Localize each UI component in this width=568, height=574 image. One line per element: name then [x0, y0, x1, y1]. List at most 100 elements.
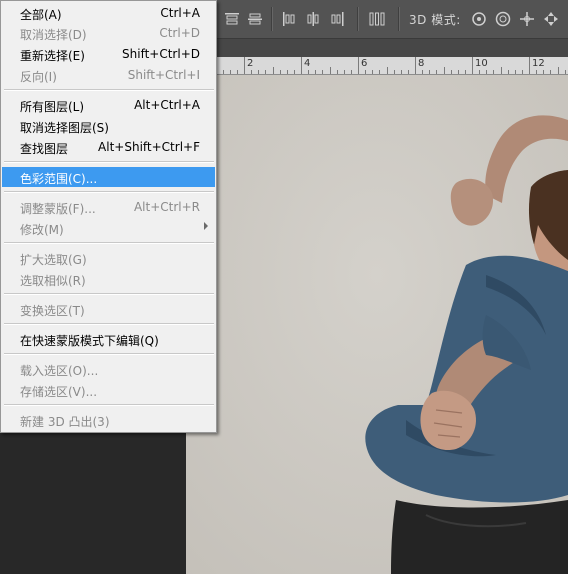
ruler-minor-tick: [265, 70, 267, 74]
ruler-minor-tick: [550, 70, 552, 74]
ruler-minor-tick: [286, 70, 288, 74]
ruler-minor-tick: [251, 70, 253, 74]
drag-3d-icon[interactable]: [518, 10, 536, 28]
menu-item-label: 色彩范围(C)...: [20, 172, 98, 186]
menu-separator: [4, 191, 214, 193]
ruler-minor-tick: [365, 70, 367, 74]
menu-item-label: 新建 3D 凸出(3): [20, 415, 110, 429]
menu-item-grow[interactable]: 扩大选取(G): [2, 248, 215, 268]
ruler-minor-tick: [486, 70, 488, 74]
ruler-minor-tick: [436, 70, 438, 74]
menu-item-select-all[interactable]: 全部(A) Ctrl+A: [2, 3, 215, 23]
menu-separator: [4, 353, 214, 355]
menu-separator: [4, 323, 214, 325]
ruler-minor-tick: [457, 70, 459, 74]
ruler-minor-tick: [450, 70, 452, 74]
ruler-major-tick: [358, 57, 359, 74]
ruler-minor-tick: [543, 70, 545, 74]
menu-item-label: 全部(A): [20, 8, 62, 22]
menu-item-shortcut: Shift+Ctrl+I: [127, 68, 200, 82]
align-horizontal-centers-icon[interactable]: [304, 10, 322, 28]
ruler-minor-tick: [329, 67, 331, 74]
menu-separator: [4, 293, 214, 295]
menu-item-label: 变换选区(T): [20, 304, 85, 318]
ruler-minor-tick: [443, 67, 445, 74]
3d-mode-label: 3D 模式:: [409, 13, 461, 27]
menu-item-deselect[interactable]: 取消选择(D) Ctrl+D: [2, 23, 215, 43]
ruler-minor-tick: [293, 70, 295, 74]
menu-item-find-layers[interactable]: 查找图层 Alt+Shift+Ctrl+F: [2, 137, 215, 157]
ruler-minor-tick: [429, 70, 431, 74]
menu-item-transform-selection[interactable]: 变换选区(T): [2, 299, 215, 319]
menu-item-label: 取消选择图层(S): [20, 121, 109, 135]
ruler-minor-tick: [514, 70, 516, 74]
menu-separator: [4, 161, 214, 163]
menu-item-label: 载入选区(O)...: [20, 364, 99, 378]
menu-item-shortcut: Alt+Ctrl+R: [133, 200, 200, 214]
distribute-icon[interactable]: [368, 10, 386, 28]
menu-item-new-3d-extrusion[interactable]: 新建 3D 凸出(3): [2, 410, 215, 430]
align-right-edges-icon[interactable]: [328, 10, 346, 28]
menu-item-color-range[interactable]: 色彩范围(C)...: [2, 167, 215, 187]
menu-separator: [4, 89, 214, 91]
ruler-minor-tick: [521, 70, 523, 74]
ruler-minor-tick: [422, 70, 424, 74]
menu-item-reselect[interactable]: 重新选择(E) Shift+Ctrl+D: [2, 44, 215, 64]
menu-item-shortcut: Shift+Ctrl+D: [122, 47, 200, 61]
menu-item-label: 存储选区(V)...: [20, 385, 98, 399]
menu-item-shortcut: Ctrl+D: [159, 26, 200, 40]
ruler-minor-tick: [479, 70, 481, 74]
ruler-major-tick: [301, 57, 302, 74]
ruler-label: 8: [418, 58, 425, 69]
ruler-major-tick: [244, 57, 245, 74]
ruler-minor-tick: [272, 67, 274, 74]
ruler-minor-tick: [564, 70, 566, 74]
menu-item-save-selection[interactable]: 存储选区(V)...: [2, 380, 215, 400]
align-vertical-centers-icon[interactable]: [246, 10, 264, 28]
menu-separator: [4, 242, 214, 244]
document-canvas[interactable]: [186, 75, 568, 574]
ruler-minor-tick: [322, 70, 324, 74]
ruler-minor-tick: [258, 70, 260, 74]
ruler-label: 12: [532, 58, 545, 69]
menu-item-shortcut: Alt+Shift+Ctrl+F: [98, 140, 200, 154]
rotate-3d-icon[interactable]: [470, 10, 488, 28]
ruler-minor-tick: [336, 70, 338, 74]
menu-item-similar[interactable]: 选取相似(R): [2, 269, 215, 289]
document-tab-strip: [186, 39, 568, 57]
menu-item-deselect-layers[interactable]: 取消选择图层(S): [2, 116, 215, 136]
menu-item-modify[interactable]: 修改(M): [2, 218, 215, 238]
ruler-minor-tick: [386, 67, 388, 74]
ruler-minor-tick: [536, 70, 538, 74]
menu-item-refine-mask[interactable]: 调整蒙版(F)... Alt+Ctrl+R: [2, 197, 215, 217]
menu-item-load-selection[interactable]: 载入选区(O)...: [2, 359, 215, 379]
menu-item-inverse[interactable]: 反向(I) Shift+Ctrl+I: [2, 65, 215, 85]
ruler-label: 6: [361, 58, 368, 69]
ruler-minor-tick: [464, 70, 466, 74]
ruler-minor-tick: [315, 70, 317, 74]
menu-item-label: 所有图层(L): [20, 100, 85, 114]
ruler-major-tick: [529, 57, 530, 74]
ruler-major-tick: [472, 57, 473, 74]
menu-item-label: 查找图层: [20, 142, 69, 156]
menu-item-shortcut: Ctrl+A: [160, 6, 200, 20]
ruler-minor-tick: [308, 70, 310, 74]
menu-item-quick-mask[interactable]: 在快速蒙版模式下编辑(Q): [2, 329, 215, 349]
ruler-minor-tick: [222, 70, 224, 74]
align-top-edges-icon[interactable]: [223, 10, 241, 28]
ruler-minor-tick: [343, 70, 345, 74]
ruler-minor-tick: [393, 70, 395, 74]
ruler-minor-tick: [493, 70, 495, 74]
menu-item-label: 在快速蒙版模式下编辑(Q): [20, 334, 159, 348]
slide-3d-icon[interactable]: [542, 10, 560, 28]
menu-item-shortcut: Alt+Ctrl+A: [134, 98, 200, 112]
ruler-minor-tick: [379, 70, 381, 74]
ruler-minor-tick: [557, 67, 559, 74]
ruler-minor-tick: [507, 70, 509, 74]
select-menu: 全部(A) Ctrl+A 取消选择(D) Ctrl+D 重新选择(E) Shif…: [0, 0, 217, 433]
ruler-minor-tick: [400, 70, 402, 74]
roll-3d-icon[interactable]: [494, 10, 512, 28]
align-left-edges-icon[interactable]: [280, 10, 298, 28]
menu-item-all-layers[interactable]: 所有图层(L) Alt+Ctrl+A: [2, 95, 215, 115]
menu-item-label: 反向(I): [20, 70, 57, 84]
